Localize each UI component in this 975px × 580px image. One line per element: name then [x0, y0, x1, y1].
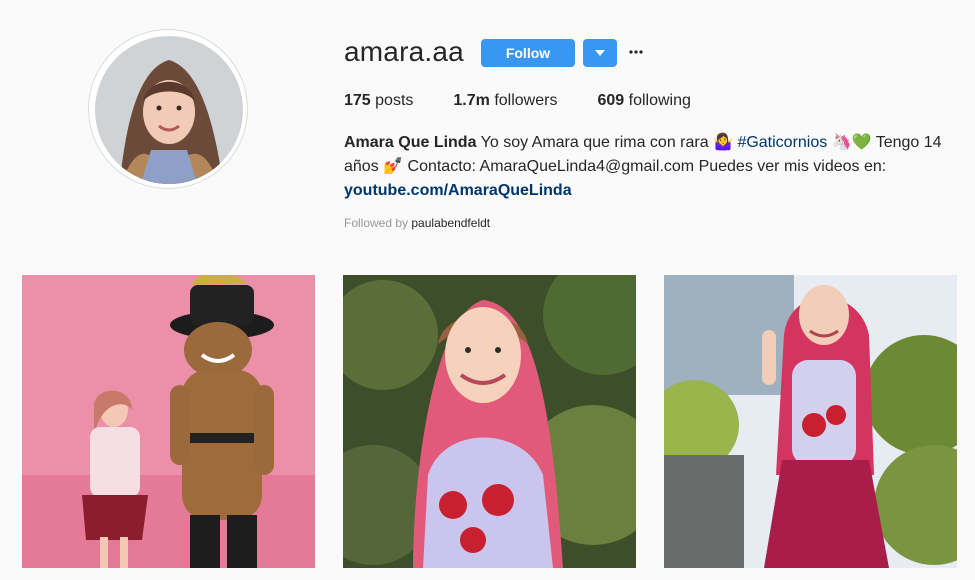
followers-stat[interactable]: 1.7m followers — [453, 92, 557, 110]
following-stat[interactable]: 609 following — [597, 92, 690, 110]
suggestions-dropdown-button[interactable] — [583, 39, 617, 67]
follow-button[interactable]: Follow — [481, 39, 575, 67]
following-label: following — [628, 92, 691, 109]
more-options-icon — [629, 50, 643, 54]
profile-username: amara.aa — [344, 36, 464, 67]
profile-avatar[interactable] — [88, 29, 248, 189]
followed-by-label: Followed by — [344, 216, 409, 230]
profile-full-name: Amara Que Linda — [344, 134, 477, 151]
bio-text-1: Yo soy Amara que rima con rara 🤷‍♀️ — [480, 134, 733, 151]
posts-stat: 175 posts — [344, 92, 413, 110]
post-thumbnail-3[interactable] — [664, 275, 957, 568]
followers-count: 1.7m — [453, 92, 490, 109]
bio-website-link[interactable]: youtube.com/AmaraQueLinda — [344, 182, 572, 199]
profile-stats: 175 posts 1.7m followers 609 following — [344, 92, 731, 110]
following-count: 609 — [597, 92, 625, 109]
post-thumbnail-2[interactable] — [343, 275, 636, 568]
more-options-button[interactable] — [626, 42, 646, 62]
followers-label: followers — [494, 92, 558, 109]
bio-hashtag-link[interactable]: #Gaticornios — [737, 134, 827, 151]
followed-by-line: Followed by paulabendfeldt — [344, 216, 490, 230]
chevron-down-icon — [595, 50, 605, 56]
post-thumbnail-1[interactable] — [22, 275, 315, 568]
followed-by-username[interactable]: paulabendfeldt — [411, 216, 490, 230]
posts-label: posts — [375, 92, 414, 109]
profile-bio: Amara Que Linda Yo soy Amara que rima co… — [344, 131, 944, 203]
posts-count: 175 — [344, 92, 371, 109]
